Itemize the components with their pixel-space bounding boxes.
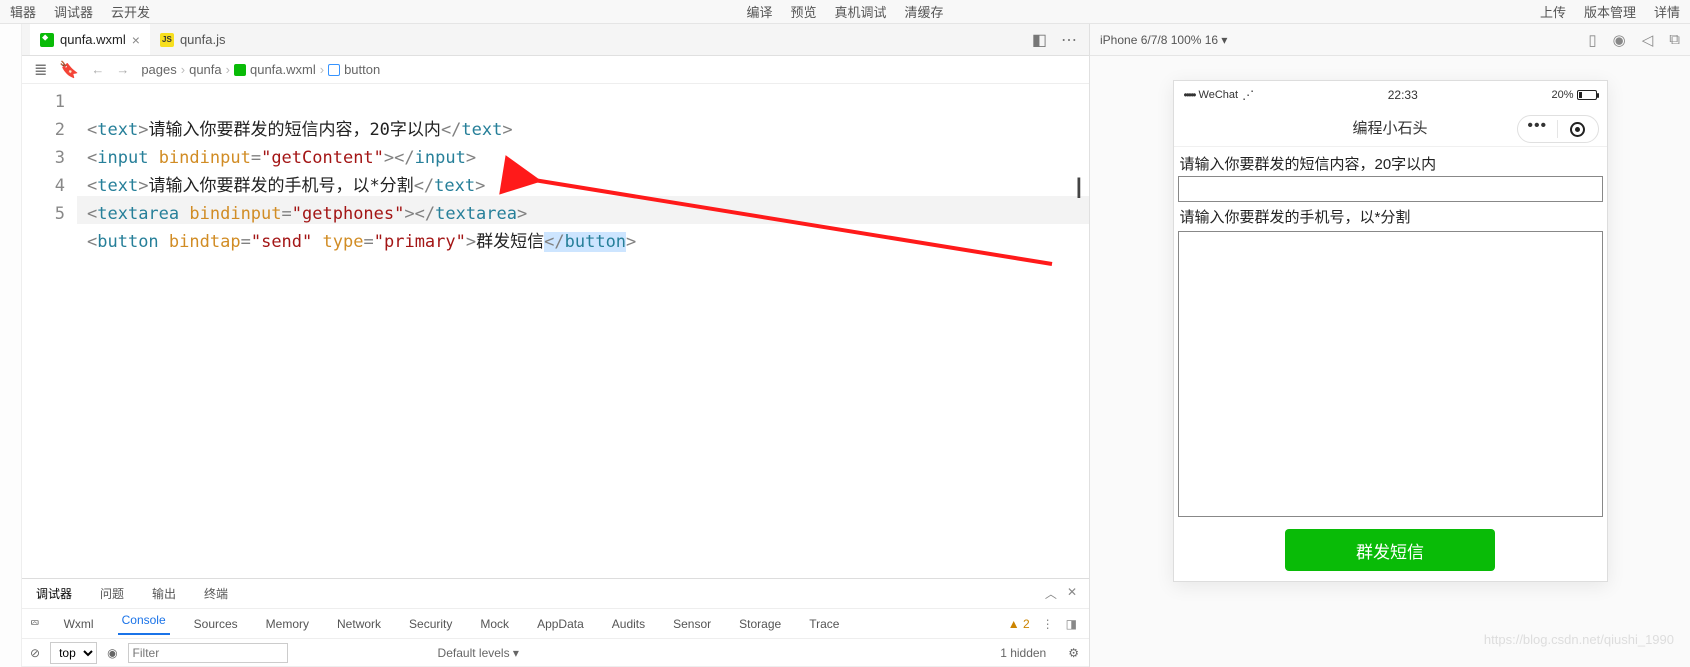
menu-version[interactable]: 版本管理	[1584, 2, 1636, 21]
wxml-file-icon	[234, 64, 246, 76]
breadcrumb-part[interactable]: qunfa	[189, 62, 222, 77]
menu-compile[interactable]: 编译	[746, 2, 772, 21]
nav-back-icon[interactable]: ←	[91, 62, 104, 77]
subtab-storage[interactable]: Storage	[735, 617, 785, 631]
tab-label: qunfa.js	[180, 32, 226, 47]
simulator-toolbar: iPhone 6/7/8 100% 16 ▾ ▯ ◉ ◁ ⧉	[1090, 24, 1690, 56]
bookmark-icon[interactable]: 🔖	[59, 60, 79, 80]
subtab-sources[interactable]: Sources	[190, 617, 242, 631]
split-editor-icon[interactable]: ◧	[1032, 30, 1047, 50]
subtab-security[interactable]: Security	[405, 617, 456, 631]
js-file-icon: JS	[160, 33, 174, 47]
device-select[interactable]: iPhone 6/7/8 100% 16 ▾	[1100, 33, 1588, 47]
menu-upload[interactable]: 上传	[1540, 2, 1566, 21]
scope-select[interactable]: top	[50, 642, 97, 664]
carrier-label: WeChat	[1199, 89, 1239, 101]
sms-content-label: 请输入你要群发的短信内容，20字以内	[1178, 149, 1603, 176]
wifi-icon: ⋰	[1242, 88, 1254, 102]
watermark: https://blog.csdn.net/qiushi_1990	[1484, 632, 1674, 647]
inspect-icon[interactable]: ⮹	[30, 616, 40, 631]
collapse-icon[interactable]: ︿	[1045, 585, 1057, 602]
settings-gear-icon[interactable]: ⚙	[1068, 646, 1089, 660]
mini-program-page: 请输入你要群发的短信内容，20字以内 请输入你要群发的手机号，以*分割 群发短信	[1174, 147, 1607, 581]
breadcrumb[interactable]: pages › qunfa › qunfa.wxml › button	[141, 62, 380, 77]
code-content[interactable]: <text>请输入你要群发的短信内容，20字以内</text> <input b…	[77, 84, 1089, 578]
devtab-terminal[interactable]: 终端	[190, 579, 242, 608]
device-frame: ••••• WeChat ⋰ 22:33 20% 编程小石头 •••	[1173, 80, 1608, 582]
file-tabs: qunfa.wxml × JS qunfa.js ◧ ⋯	[22, 24, 1089, 56]
menu-preview[interactable]: 预览	[790, 2, 816, 21]
tab-qunfa-wxml[interactable]: qunfa.wxml ×	[30, 24, 150, 55]
devtab-problems[interactable]: 问题	[86, 579, 138, 608]
breadcrumb-part[interactable]: qunfa.wxml	[250, 62, 316, 77]
element-icon	[328, 64, 340, 76]
subtab-audits[interactable]: Audits	[608, 617, 649, 631]
breadcrumb-part[interactable]: pages	[141, 62, 176, 77]
nav-forward-icon[interactable]: →	[116, 62, 129, 77]
menu-details[interactable]: 详情	[1654, 2, 1680, 21]
code-editor[interactable]: 1 2 3 4 5 <text>请输入你要群发的短信内容，20字以内</text…	[22, 84, 1089, 578]
menu-remote-debug[interactable]: 真机调试	[835, 2, 887, 21]
tab-label: qunfa.wxml	[60, 32, 126, 47]
menu-cloud[interactable]: 云开发	[111, 2, 150, 21]
battery-indicator: 20%	[1551, 89, 1596, 101]
wxml-file-icon	[40, 33, 54, 47]
subtab-mock[interactable]: Mock	[476, 617, 513, 631]
page-title: 编程小石头	[1352, 117, 1427, 138]
tab-qunfa-js[interactable]: JS qunfa.js	[150, 24, 236, 55]
filter-input[interactable]	[128, 643, 288, 663]
breadcrumb-part[interactable]: button	[344, 62, 380, 77]
warn-badge[interactable]: ▲ 2	[1008, 617, 1030, 631]
menubar: 辑器 调试器 云开发 编译 预览 真机调试 清缓存 上传 版本管理 详情	[0, 0, 1690, 24]
phone-textarea[interactable]	[1178, 231, 1603, 517]
record-icon[interactable]: ◉	[1613, 31, 1626, 49]
phone-label: 请输入你要群发的手机号，以*分割	[1178, 202, 1603, 229]
capsule-button[interactable]: •••	[1517, 115, 1599, 143]
list-icon[interactable]: ≣	[34, 60, 47, 80]
status-bar: ••••• WeChat ⋰ 22:33 20%	[1174, 81, 1607, 109]
menu-debugger[interactable]: 调试器	[54, 2, 93, 21]
mini-nav-bar: 编程小石头 •••	[1174, 109, 1607, 147]
status-time: 22:33	[1254, 88, 1551, 102]
subtab-console[interactable]: Console	[118, 613, 170, 635]
hidden-count: 1 hidden	[1000, 646, 1058, 660]
close-icon[interactable]: ×	[132, 32, 140, 48]
menu-clear-cache[interactable]: 清缓存	[905, 2, 944, 21]
more-icon[interactable]: ⋯	[1061, 30, 1077, 50]
close-icon[interactable]: ✕	[1067, 585, 1077, 602]
devtab-debugger[interactable]: 调试器	[22, 579, 86, 608]
sms-content-input[interactable]	[1178, 176, 1603, 202]
clear-console-icon[interactable]: ⊘	[30, 646, 40, 660]
subtab-trace[interactable]: Trace	[805, 617, 843, 631]
subtab-sensor[interactable]: Sensor	[669, 617, 715, 631]
mute-icon[interactable]: ◁	[1642, 31, 1654, 49]
menu-dots-icon[interactable]: •••	[1518, 120, 1559, 138]
device-icon[interactable]: ▯	[1588, 31, 1596, 49]
menu-editor[interactable]: 辑器	[10, 2, 36, 21]
subtab-network[interactable]: Network	[333, 617, 385, 631]
subtab-memory[interactable]: Memory	[262, 617, 313, 631]
send-sms-button[interactable]: 群发短信	[1285, 529, 1495, 571]
devtools-panel: 调试器 问题 输出 终端 ︿ ✕ ⮹ Wxml Cons	[22, 578, 1089, 667]
kebab-icon[interactable]: ⋮	[1042, 617, 1054, 631]
subtab-wxml[interactable]: Wxml	[60, 617, 98, 631]
editor-gutter: ≣ 🔖 ← → pages › qunfa › qunfa.wxml ›	[22, 56, 1089, 84]
line-numbers: 1 2 3 4 5	[22, 84, 77, 578]
sidebar-collapsed[interactable]	[0, 24, 22, 667]
devtab-output[interactable]: 输出	[138, 579, 190, 608]
signal-icon: •••••	[1184, 88, 1195, 102]
eye-icon[interactable]: ◉	[107, 646, 117, 660]
text-cursor-icon: Ⅰ	[1075, 176, 1083, 204]
levels-select[interactable]: Default levels ▾	[438, 646, 519, 660]
subtab-appdata[interactable]: AppData	[533, 617, 588, 631]
dock-icon[interactable]: ◨	[1066, 617, 1077, 631]
popout-icon[interactable]: ⧉	[1669, 31, 1680, 49]
close-ring-icon[interactable]	[1558, 121, 1598, 137]
battery-icon	[1577, 90, 1597, 100]
